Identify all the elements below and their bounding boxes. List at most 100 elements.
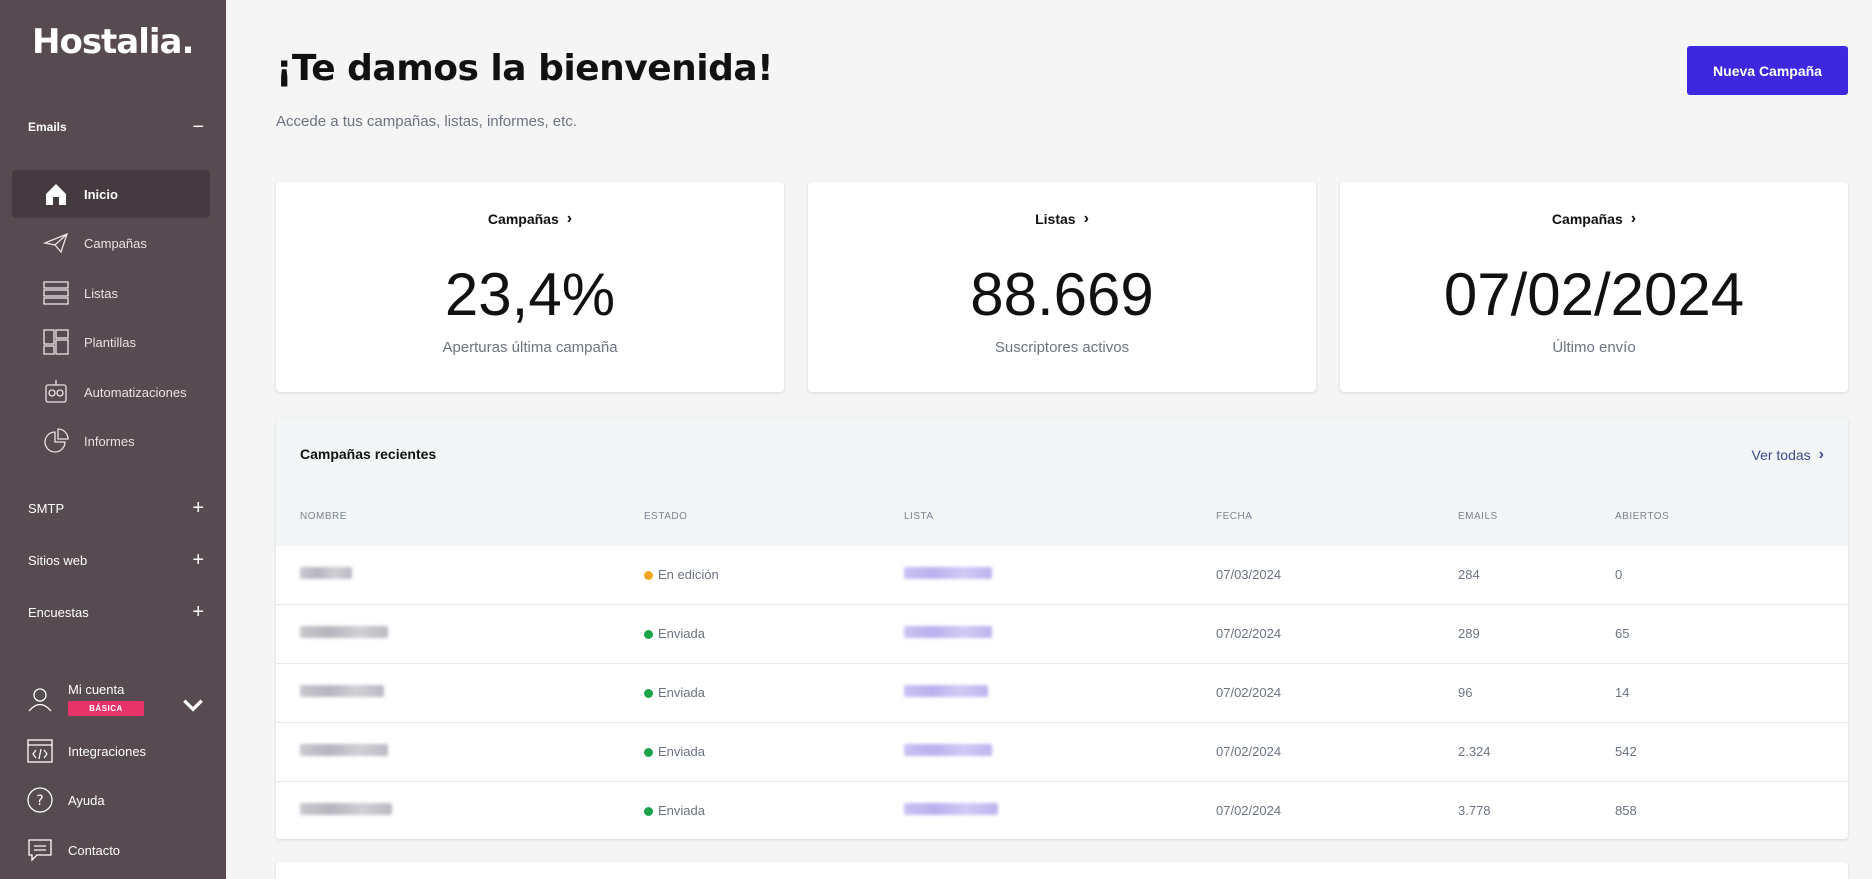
stat-card-lists: Listas › 88.669 Suscriptores activos xyxy=(808,182,1316,392)
sidebar-item-plantillas[interactable]: Plantillas xyxy=(12,318,210,366)
column-header-emails[interactable]: EMAILS xyxy=(1458,511,1498,522)
emails-cell: 3.778 xyxy=(1458,803,1491,818)
status-dot xyxy=(644,571,653,580)
chevron-right-icon: › xyxy=(566,210,573,227)
pie-chart-icon xyxy=(42,427,70,455)
table-title: Campañas recientes xyxy=(300,446,437,462)
campaign-name-cell[interactable] xyxy=(300,803,392,818)
opens-cell: 542 xyxy=(1615,744,1637,759)
list-cell[interactable] xyxy=(904,567,992,582)
sidebar-item-label: Plantillas xyxy=(84,334,137,350)
account-label: Mi cuenta xyxy=(68,682,125,697)
table-row[interactable]: Enviada 07/02/2024 96 14 xyxy=(276,664,1848,723)
collapse-icon[interactable]: − xyxy=(192,117,204,137)
card-heading: Listas xyxy=(1035,211,1076,227)
card-heading: Campañas xyxy=(1551,211,1623,227)
opens-cell: 65 xyxy=(1615,626,1630,641)
status-dot xyxy=(644,807,653,816)
list-icon xyxy=(42,279,70,307)
chevron-right-icon: › xyxy=(1083,210,1089,227)
stat-card-campaigns-opens: Campañas › 23,4% Aperturas última campañ… xyxy=(276,182,784,392)
card-heading-link[interactable]: Campañas › xyxy=(488,210,572,228)
section-sitios-web[interactable]: Sitios web + xyxy=(28,550,204,570)
section-sitios-web-label: Sitios web xyxy=(28,552,88,568)
sidebar-item-contacto[interactable]: Contacto xyxy=(26,836,206,864)
sidebar-item-campanas[interactable]: Campañas xyxy=(12,219,210,267)
view-all-label: Ver todas xyxy=(1751,447,1811,463)
expand-icon[interactable]: + xyxy=(192,550,204,570)
date-cell: 07/02/2024 xyxy=(1216,744,1282,759)
campaign-name-cell[interactable] xyxy=(300,685,384,700)
status-text: Enviada xyxy=(658,685,705,700)
card-heading-link[interactable]: Listas › xyxy=(1035,210,1089,228)
status-text: Enviada xyxy=(658,803,705,818)
section-encuestas[interactable]: Encuestas + xyxy=(28,602,204,622)
sidebar-item-label: Automatizaciones xyxy=(84,384,187,400)
column-header-estado[interactable]: ESTADO xyxy=(644,511,687,522)
list-cell[interactable] xyxy=(904,626,992,641)
help-icon: ? xyxy=(26,786,54,814)
sidebar-item-informes[interactable]: Informes xyxy=(12,417,210,465)
sidebar-item-label: Listas xyxy=(84,285,118,301)
new-campaign-button[interactable]: Nueva Campaña xyxy=(1687,46,1848,95)
column-header-abiertos[interactable]: ABIERTOS xyxy=(1615,511,1669,522)
sidebar-item-listas[interactable]: Listas xyxy=(12,269,210,317)
sidebar-item-integraciones[interactable]: Integraciones xyxy=(26,737,206,765)
table-row[interactable]: Enviada 07/02/2024 2.324 542 xyxy=(276,723,1848,782)
chevron-right-icon: › xyxy=(1630,210,1637,227)
expand-icon[interactable]: + xyxy=(192,602,204,622)
section-emails[interactable]: Emails − xyxy=(28,117,204,137)
table-header-area: Campañas recientes Ver todas › NOMBRE ES… xyxy=(276,418,1848,546)
paper-plane-icon xyxy=(42,229,70,257)
table-row[interactable]: En edición 07/03/2024 284 0 xyxy=(276,546,1848,605)
sidebar-item-automatizaciones[interactable]: Automatizaciones xyxy=(12,368,210,416)
chevron-down-icon[interactable] xyxy=(180,692,206,721)
column-header-lista[interactable]: LISTA xyxy=(904,511,934,522)
chevron-right-icon: › xyxy=(1818,446,1824,463)
list-cell[interactable] xyxy=(904,744,992,759)
main-content: ¡Te damos la bienvenida! Accede a tus ca… xyxy=(226,0,1872,879)
campaign-name-cell[interactable] xyxy=(300,744,388,759)
stat-label: Último envío xyxy=(1552,339,1636,356)
section-encuestas-label: Encuestas xyxy=(28,604,89,620)
redacted-list xyxy=(904,626,992,638)
opens-cell: 14 xyxy=(1615,685,1630,700)
status-cell: Enviada xyxy=(644,685,705,700)
section-smtp[interactable]: SMTP + xyxy=(28,498,204,518)
emails-cell: 96 xyxy=(1458,685,1473,700)
robot-icon xyxy=(42,378,70,406)
chat-icon xyxy=(26,836,54,864)
expand-icon[interactable]: + xyxy=(192,498,204,518)
code-window-icon xyxy=(26,737,54,765)
sidebar-item-label: Informes xyxy=(84,433,135,449)
opens-cell: 0 xyxy=(1615,567,1623,582)
account-menu[interactable]: Mi cuenta BÁSICA xyxy=(26,682,206,716)
list-cell[interactable] xyxy=(904,685,988,700)
card-heading-link[interactable]: Campañas › xyxy=(1552,210,1636,228)
sidebar-item-inicio[interactable]: Inicio xyxy=(12,170,210,218)
date-cell: 07/02/2024 xyxy=(1216,803,1282,818)
column-header-fecha[interactable]: FECHA xyxy=(1216,511,1252,522)
campaign-name-cell[interactable] xyxy=(300,626,388,641)
table-row[interactable]: Enviada 07/02/2024 3.778 858 xyxy=(276,782,1848,839)
sidebar-item-label: Ayuda xyxy=(68,792,105,808)
page-title: ¡Te damos la bienvenida! xyxy=(276,48,774,89)
sidebar-item-label: Inicio xyxy=(84,186,118,202)
logo[interactable]: Hostalia. xyxy=(32,22,194,62)
redacted-name xyxy=(300,803,392,815)
plan-badge: BÁSICA xyxy=(68,701,144,716)
column-header-nombre[interactable]: NOMBRE xyxy=(300,511,347,522)
list-cell[interactable] xyxy=(904,803,998,818)
date-cell: 07/03/2024 xyxy=(1216,567,1282,582)
sidebar-item-ayuda[interactable]: ? Ayuda xyxy=(26,786,206,814)
campaign-name-cell[interactable] xyxy=(300,567,352,582)
status-cell: Enviada xyxy=(644,626,705,641)
view-all-link[interactable]: Ver todas › xyxy=(1752,446,1824,464)
redacted-list xyxy=(904,567,992,579)
next-panel xyxy=(276,862,1848,879)
status-dot xyxy=(644,689,653,698)
table-row[interactable]: Enviada 07/02/2024 289 65 xyxy=(276,605,1848,664)
date-cell: 07/02/2024 xyxy=(1216,626,1282,641)
stat-value: 88.669 xyxy=(970,261,1154,328)
page-subtitle: Accede a tus campañas, listas, informes,… xyxy=(276,113,577,130)
